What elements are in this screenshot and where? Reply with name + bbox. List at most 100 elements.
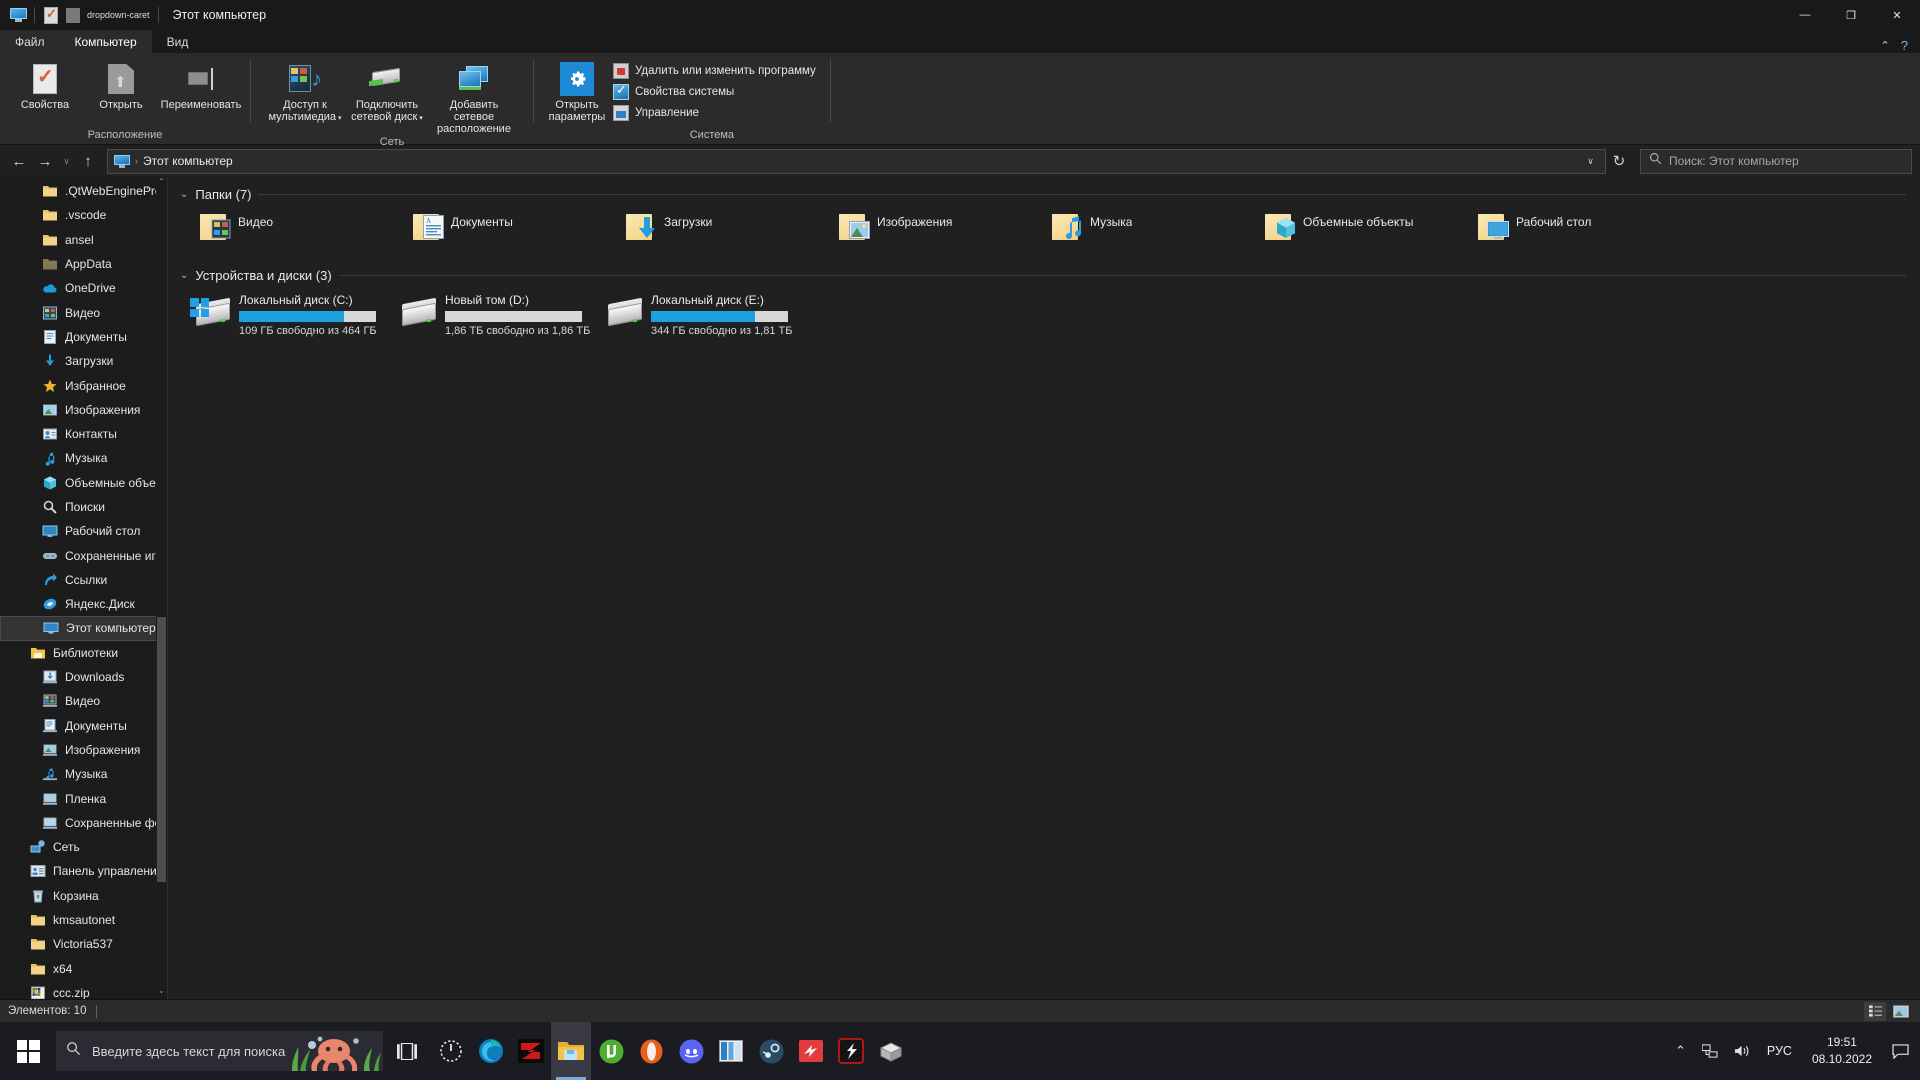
sidebar-item-4[interactable]: OneDrive: [0, 276, 167, 300]
chevron-down-icon[interactable]: ▾: [417, 115, 423, 122]
grey-icon[interactable]: [62, 4, 84, 26]
sidebar-item-11[interactable]: Музыка: [0, 446, 167, 470]
media-access-button[interactable]: ♪ Доступ к мультимедиа ▾: [265, 58, 345, 125]
app-ms-app[interactable]: [711, 1022, 751, 1080]
sidebar-item-26[interactable]: Сохраненные фот: [0, 811, 167, 835]
file-list-pane[interactable]: ⌄ Папки (7) Видео A Документы Загрузки Изобр…: [168, 177, 1920, 999]
sidebar-item-25[interactable]: Пленка: [0, 786, 167, 810]
maximize-button[interactable]: ❐: [1828, 0, 1874, 30]
group-header-folders[interactable]: ⌄ Папки (7): [168, 177, 1920, 202]
sidebar-item-3[interactable]: AppData: [0, 252, 167, 276]
app-file-explorer[interactable]: [551, 1022, 591, 1080]
sidebar-item-32[interactable]: x64: [0, 957, 167, 981]
app-utorrent[interactable]: [591, 1022, 631, 1080]
taskbar-search-input[interactable]: Введите здесь текст для поиска: [56, 1031, 383, 1071]
sidebar-item-18[interactable]: Этот компьютер: [0, 616, 167, 641]
sidebar-item-31[interactable]: Victoria537: [0, 932, 167, 956]
drive-tile[interactable]: Локальный диск (E:) 344 ГБ свободно из 1,…: [598, 289, 804, 337]
sidebar-item-1[interactable]: .vscode: [0, 203, 167, 227]
app-discord[interactable]: [671, 1022, 711, 1080]
sidebar-item-30[interactable]: kmsautonet: [0, 908, 167, 932]
up-button[interactable]: ↑: [75, 148, 101, 174]
app-winrar[interactable]: [871, 1022, 911, 1080]
collapse-chevron-icon[interactable]: ⌃: [145, 186, 153, 197]
sidebar-item-15[interactable]: Сохраненные игр: [0, 543, 167, 567]
show-hidden-icons-button[interactable]: ⌃: [1667, 1022, 1694, 1080]
details-view-button[interactable]: [1864, 1001, 1886, 1021]
chevron-down-icon[interactable]: ⌄: [180, 189, 188, 200]
minimize-button[interactable]: —: [1782, 0, 1828, 30]
sidebar-item-20[interactable]: Downloads: [0, 665, 167, 689]
sidebar-item-2[interactable]: ansel: [0, 228, 167, 252]
group-header-drives[interactable]: ⌄ Устройства и диски (3): [168, 254, 1920, 283]
tab-view[interactable]: Вид: [152, 30, 204, 53]
scroll-down-arrow-icon[interactable]: ⌄: [157, 986, 166, 999]
folder-tile[interactable]: Объемные объекты: [1251, 208, 1464, 254]
sidebar-scrollbar[interactable]: ⌃ ⌄: [156, 177, 167, 999]
manage-button[interactable]: Управление: [610, 103, 822, 123]
language-indicator[interactable]: РУС: [1759, 1022, 1800, 1080]
sidebar-item-17[interactable]: Яндекс.Диск: [0, 592, 167, 616]
app-game-launcher[interactable]: [831, 1022, 871, 1080]
tab-computer[interactable]: Компьютер: [59, 30, 152, 53]
map-network-drive-button[interactable]: Подключить сетевой диск ▾: [347, 58, 427, 125]
sidebar-item-21[interactable]: Видео: [0, 689, 167, 713]
open-button[interactable]: Открыть: [84, 58, 158, 111]
search-input[interactable]: Поиск: Этот компьютер: [1640, 148, 1912, 174]
large-icons-view-button[interactable]: [1890, 1002, 1912, 1021]
sidebar-item-8[interactable]: Избранное: [0, 373, 167, 397]
sidebar-item-7[interactable]: Загрузки: [0, 349, 167, 373]
recent-locations-icon[interactable]: ∨: [58, 148, 75, 174]
sidebar-item-5[interactable]: Видео: [0, 300, 167, 324]
sidebar-item-22[interactable]: Документы: [0, 714, 167, 738]
app-gauge[interactable]: [431, 1022, 471, 1080]
sidebar-item-29[interactable]: Корзина: [0, 884, 167, 908]
start-button[interactable]: [0, 1022, 56, 1080]
drive-tile[interactable]: Новый том (D:) 1,86 ТБ свободно из 1,86 Т…: [392, 289, 598, 337]
app-red-app[interactable]: [791, 1022, 831, 1080]
sidebar-item-12[interactable]: Объемные объект: [0, 471, 167, 495]
task-view-button[interactable]: [383, 1022, 431, 1080]
properties-button[interactable]: Свойства: [8, 58, 82, 111]
sidebar-item-24[interactable]: Музыка: [0, 762, 167, 786]
app-edge[interactable]: [471, 1022, 511, 1080]
sidebar-item-28[interactable]: Панель управления: [0, 859, 167, 883]
network-tray-icon[interactable]: [1694, 1022, 1726, 1080]
address-bar[interactable]: › Этот компьютер ∨: [107, 148, 1606, 174]
tab-file[interactable]: Файл: [0, 30, 60, 53]
properties-icon[interactable]: [40, 4, 62, 26]
app-opera[interactable]: [631, 1022, 671, 1080]
sidebar-item-9[interactable]: Изображения: [0, 398, 167, 422]
back-button[interactable]: ←: [6, 148, 32, 174]
chevron-down-icon[interactable]: dropdown-caret: [84, 10, 153, 20]
folder-tile[interactable]: A Документы: [399, 208, 612, 254]
system-properties-button[interactable]: Свойства системы: [610, 82, 822, 102]
drive-tile[interactable]: Локальный диск (C:) 109 ГБ свободно из 46…: [186, 289, 392, 337]
refresh-button[interactable]: ↻: [1606, 148, 1632, 174]
chevron-down-icon[interactable]: ⌄: [180, 270, 188, 281]
close-button[interactable]: ✕: [1874, 0, 1920, 30]
forward-button[interactable]: →: [32, 148, 58, 174]
sidebar-item-14[interactable]: Рабочий стол: [0, 519, 167, 543]
sidebar-item-13[interactable]: Поиски: [0, 495, 167, 519]
sidebar-item-0[interactable]: .QtWebEngineProc ⌃: [0, 179, 167, 203]
sidebar-item-6[interactable]: Документы: [0, 325, 167, 349]
uninstall-program-button[interactable]: Удалить или изменить программу: [610, 61, 822, 81]
clock[interactable]: 19:51 08.10.2022: [1800, 1022, 1884, 1080]
scroll-up-arrow-icon[interactable]: ⌃: [157, 177, 166, 190]
notification-center-icon[interactable]: [1884, 1022, 1916, 1080]
folder-tile[interactable]: Музыка: [1038, 208, 1251, 254]
breadcrumb[interactable]: Этот компьютер: [143, 154, 233, 168]
sidebar-item-16[interactable]: Ссылки: [0, 568, 167, 592]
add-network-location-button[interactable]: Добавить сетевое расположение: [429, 58, 519, 135]
rename-button[interactable]: Переименовать: [160, 58, 242, 111]
chevron-down-icon[interactable]: ▾: [336, 115, 342, 122]
sidebar-item-10[interactable]: Контакты: [0, 422, 167, 446]
sidebar-item-27[interactable]: Сеть: [0, 835, 167, 859]
app-zona[interactable]: [511, 1022, 551, 1080]
folder-tile[interactable]: Изображения: [825, 208, 1038, 254]
sidebar-item-19[interactable]: Библиотеки: [0, 641, 167, 665]
collapse-ribbon-icon[interactable]: ⌃: [1881, 39, 1890, 52]
folder-tile[interactable]: Рабочий стол: [1464, 208, 1677, 254]
address-dropdown-icon[interactable]: ∨: [1582, 148, 1599, 174]
